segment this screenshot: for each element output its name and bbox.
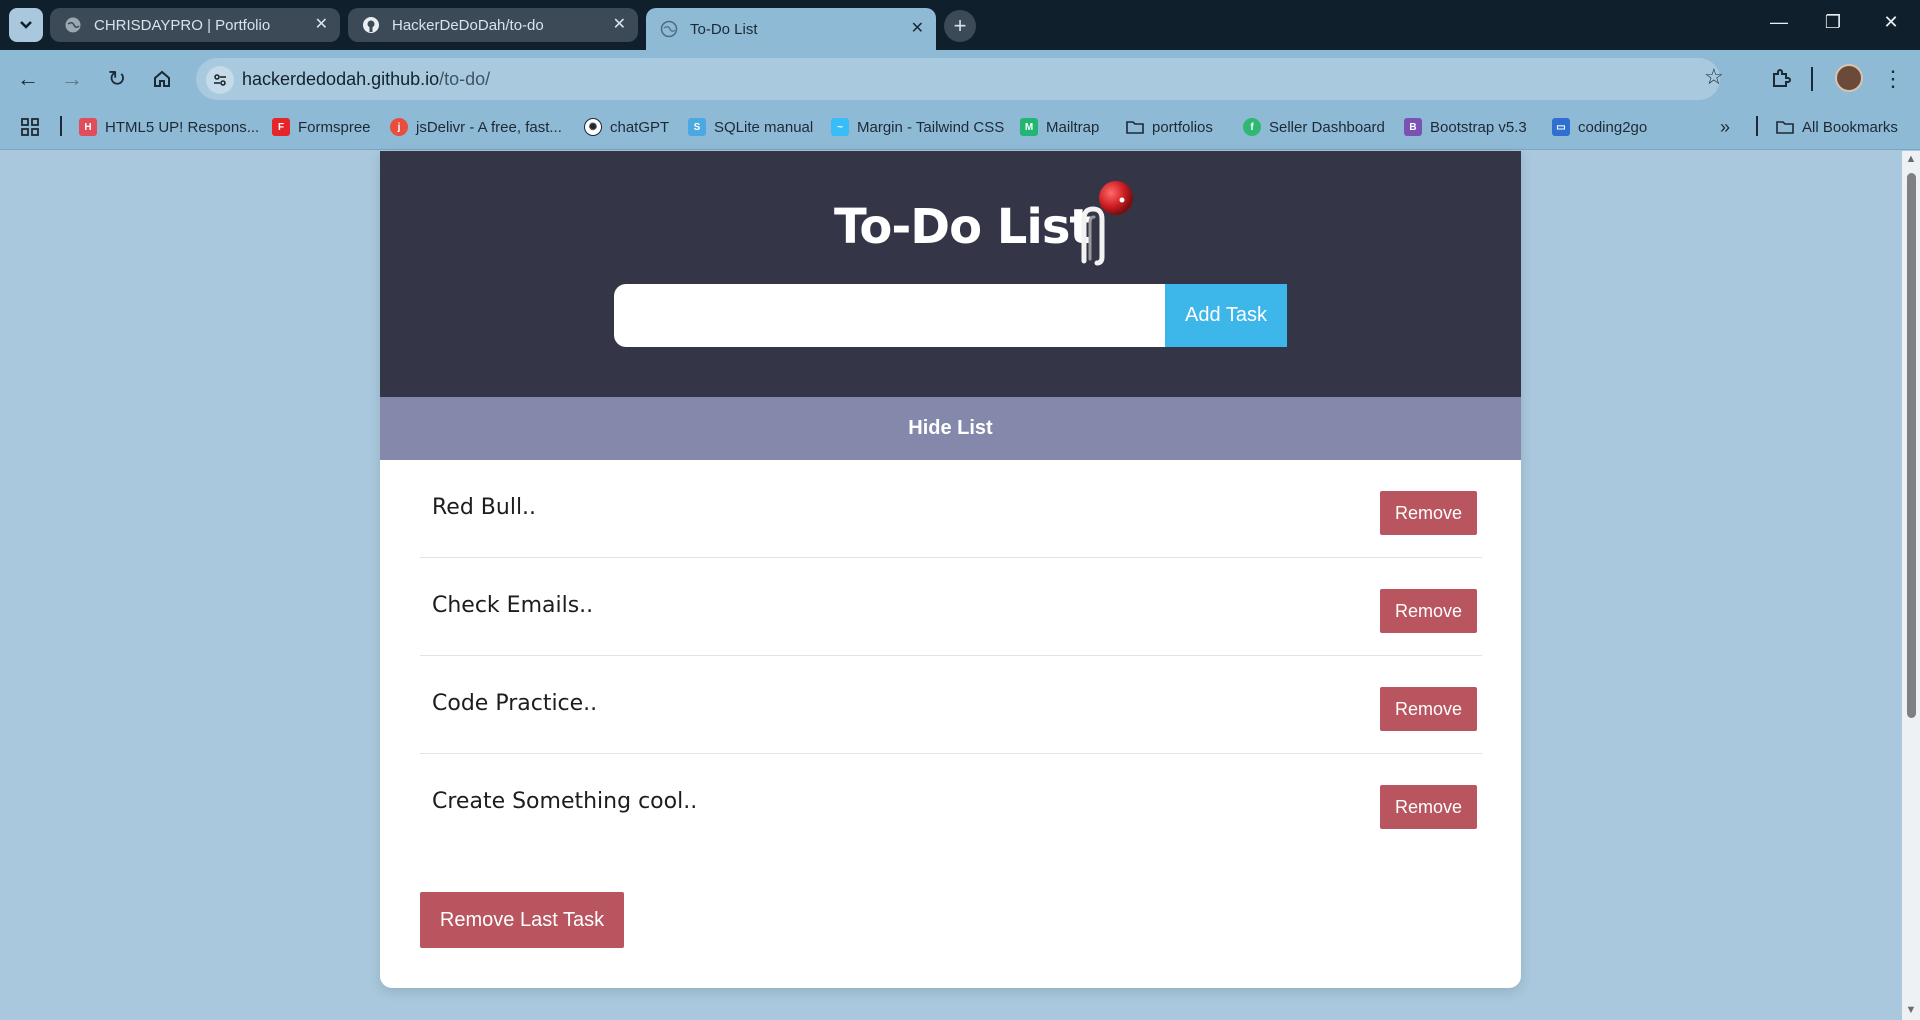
- remove-task-button[interactable]: Remove: [1380, 687, 1477, 731]
- html5up-icon: H: [79, 118, 97, 136]
- tab-github[interactable]: HackerDeDoDah/to-do ✕: [348, 8, 638, 42]
- tab-todo-list[interactable]: To-Do List ✕: [646, 8, 936, 50]
- browser-menu-button[interactable]: ⋮: [1878, 64, 1908, 94]
- all-bookmarks-folder[interactable]: All Bookmarks: [1776, 114, 1898, 140]
- mailtrap-icon: M: [1020, 118, 1038, 136]
- bookmark-html5up[interactable]: H HTML5 UP! Respons...: [79, 114, 259, 140]
- add-task-button[interactable]: Add Task: [1165, 284, 1287, 347]
- task-list: Red Bull.. Remove Check Emails.. Remove …: [420, 460, 1482, 852]
- task-text: Check Emails..: [432, 593, 594, 618]
- bookmark-mailtrap[interactable]: M Mailtrap: [1020, 114, 1099, 140]
- pushpin-icon: [1081, 181, 1133, 266]
- list-item: Code Practice.. Remove: [420, 656, 1482, 754]
- home-icon: [154, 70, 170, 87]
- extensions-button[interactable]: [1766, 64, 1796, 94]
- bookmark-coding2go[interactable]: ▭ coding2go: [1552, 114, 1647, 140]
- formspree-icon: F: [272, 118, 290, 136]
- close-window-button[interactable]: ✕: [1876, 12, 1906, 33]
- bookmark-tailwind[interactable]: ~ Margin - Tailwind CSS: [831, 114, 1004, 140]
- seller-icon: f: [1243, 118, 1261, 136]
- bookmarks-divider: [1756, 116, 1758, 136]
- folder-icon: [1126, 118, 1144, 136]
- profile-avatar[interactable]: [1835, 64, 1863, 92]
- bookmark-chatgpt[interactable]: ✺ chatGPT: [584, 114, 669, 140]
- close-icon[interactable]: ✕: [613, 15, 626, 35]
- remove-task-button[interactable]: Remove: [1380, 785, 1477, 829]
- arrow-right-icon: →: [61, 66, 83, 91]
- site-info-icon[interactable]: [206, 66, 234, 94]
- remove-last-task-button[interactable]: Remove Last Task: [420, 892, 624, 948]
- url-text[interactable]: hackerdedodah.github.io/to-do/: [242, 69, 490, 90]
- hide-list-button[interactable]: Hide List: [380, 397, 1521, 460]
- tab-portfolio[interactable]: CHRISDAYPRO | Portfolio ✕: [50, 8, 340, 42]
- task-input[interactable]: [614, 284, 1166, 347]
- apps-grid-icon[interactable]: [20, 114, 40, 140]
- minimize-button[interactable]: —: [1764, 12, 1794, 33]
- bookmark-sqlite[interactable]: S SQLite manual: [688, 114, 813, 140]
- scroll-down-arrow-icon[interactable]: ▼: [1903, 1004, 1919, 1016]
- new-tab-button[interactable]: +: [944, 10, 976, 42]
- tab-title: To-Do List: [690, 20, 758, 38]
- task-text: Code Practice..: [432, 691, 598, 716]
- tailwind-icon: ~: [831, 118, 849, 136]
- scroll-up-arrow-icon[interactable]: ▲: [1903, 153, 1919, 165]
- url-host: hackerdedodah.github.io: [242, 69, 440, 89]
- bookmarks-divider: [60, 116, 62, 136]
- jsdelivr-icon: j: [390, 118, 408, 136]
- bootstrap-icon: B: [1404, 118, 1422, 136]
- globe-icon: [64, 16, 82, 34]
- home-button[interactable]: [147, 64, 177, 94]
- openai-icon: ✺: [584, 118, 602, 136]
- folder-icon: [1776, 118, 1794, 136]
- toolbar-divider: [1811, 67, 1813, 91]
- globe-icon: [660, 20, 678, 38]
- tab-title: CHRISDAYPRO | Portfolio: [94, 16, 271, 34]
- bookmark-seller-dashboard[interactable]: f Seller Dashboard: [1243, 114, 1385, 140]
- github-icon: [362, 16, 380, 34]
- bookmark-jsdelivr[interactable]: j jsDelivr - A free, fast...: [390, 114, 562, 140]
- more-bookmarks-chevron-icon[interactable]: »: [1720, 114, 1730, 140]
- list-item: Check Emails.. Remove: [420, 558, 1482, 656]
- list-item: Create Something cool.. Remove: [420, 754, 1482, 852]
- task-text: Red Bull..: [432, 495, 537, 520]
- plus-icon: +: [953, 13, 967, 38]
- coding2go-icon: ▭: [1552, 118, 1570, 136]
- list-item: Red Bull.. Remove: [420, 460, 1482, 558]
- bookmark-folder-portfolios[interactable]: portfolios: [1126, 114, 1213, 140]
- sqlite-icon: S: [688, 118, 706, 136]
- bookmark-formspree[interactable]: F Formspree: [272, 114, 371, 140]
- forward-button[interactable]: →: [57, 64, 87, 94]
- reload-button[interactable]: ↻: [102, 64, 132, 94]
- url-path: /to-do/: [439, 69, 491, 89]
- close-icon[interactable]: ✕: [911, 19, 924, 39]
- tab-search-button[interactable]: [9, 8, 43, 42]
- bookmark-bootstrap[interactable]: B Bootstrap v5.3: [1404, 114, 1527, 140]
- scrollbar-thumb[interactable]: [1907, 173, 1916, 718]
- page-title: To-Do List: [834, 199, 1092, 255]
- back-button[interactable]: ←: [13, 64, 43, 94]
- todo-header: To-Do List Add Task: [380, 151, 1521, 397]
- restore-button[interactable]: ❐: [1818, 12, 1848, 33]
- close-icon[interactable]: ✕: [315, 15, 328, 35]
- reload-icon: ↻: [107, 66, 127, 91]
- todo-card: To-Do List Add Task Hide List Red Bull..…: [380, 151, 1521, 988]
- bookmark-star-icon[interactable]: ☆: [1704, 64, 1724, 90]
- arrow-left-icon: ←: [17, 66, 39, 91]
- puzzle-icon: [1773, 69, 1791, 87]
- chevron-down-icon: [20, 21, 32, 29]
- remove-task-button[interactable]: Remove: [1380, 491, 1477, 535]
- task-text: Create Something cool..: [432, 789, 698, 814]
- remove-task-button[interactable]: Remove: [1380, 589, 1477, 633]
- tab-title: HackerDeDoDah/to-do: [392, 16, 544, 34]
- kebab-menu-icon: ⋮: [1882, 66, 1904, 91]
